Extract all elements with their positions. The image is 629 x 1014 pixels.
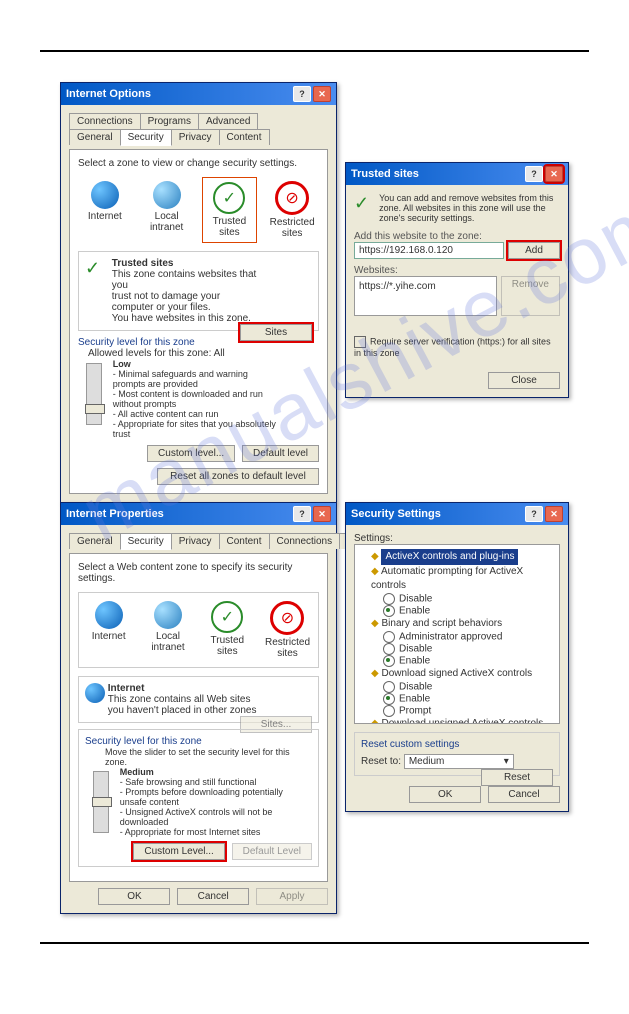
reset-button[interactable]: Reset [481,769,553,786]
security-slider[interactable] [93,771,109,833]
cancel-button[interactable]: Cancel [488,786,560,803]
help-icon[interactable]: ? [525,166,543,182]
ok-button[interactable]: OK [409,786,481,803]
dialog-title: Security Settings [351,508,441,520]
tab-programs[interactable]: Programs [140,113,199,129]
radio-enable[interactable] [383,605,395,617]
zone-local[interactable]: Local intranet [140,177,194,243]
zone-internet[interactable]: Internet [83,597,134,663]
radio-prompt[interactable] [383,705,395,717]
help-icon[interactable]: ? [293,86,311,102]
tab-content[interactable]: Content [219,129,270,145]
tab-general[interactable]: General [69,533,121,549]
zone-trusted[interactable]: ✓Trusted sites [202,597,253,663]
tab-connections[interactable]: Connections [69,113,141,129]
info-text: You can add and remove websites from thi… [379,193,560,223]
apply-button[interactable]: Apply [256,888,328,905]
custom-level-button[interactable]: Custom level... [147,445,235,462]
tab-privacy[interactable]: Privacy [171,129,220,145]
cancel-button[interactable]: Cancel [177,888,249,905]
trusted-sites-dialog: Trusted sites ? ✕ ✓ You can add and remo… [345,162,569,398]
dialog-title: Internet Options [66,88,151,100]
default-level-button[interactable]: Default Level [232,843,312,860]
custom-level-button[interactable]: Custom Level... [133,843,224,860]
dialog-title: Trusted sites [351,168,419,180]
reset-select[interactable]: Medium ▾ [404,754,514,769]
close-icon[interactable]: ✕ [545,506,563,522]
tab-security[interactable]: Security [120,533,172,550]
help-icon[interactable]: ? [293,506,311,522]
add-button[interactable]: Add [508,242,560,259]
check-icon: ✓ [354,193,369,213]
radio-disable[interactable] [383,593,395,605]
ok-button[interactable]: OK [98,888,170,905]
zone-instruction: Select a zone to view or change security… [78,158,319,169]
zone-local[interactable]: Local intranet [142,597,193,663]
internet-properties-dialog: Internet Properties ? ✕ General Security… [60,502,337,914]
remove-button[interactable]: Remove [501,276,560,316]
zone-restricted[interactable]: ⊘Restricted sites [265,177,319,243]
radio-enable[interactable] [383,693,395,705]
radio-enable[interactable] [383,655,395,667]
tab-content[interactable]: Content [219,533,270,549]
tab-security[interactable]: Security [120,129,172,146]
close-icon[interactable]: ✕ [313,86,331,102]
security-slider[interactable] [86,363,102,425]
require-checkbox[interactable] [354,336,366,348]
check-icon: ✓ [85,258,105,278]
close-icon[interactable]: ✕ [545,166,563,182]
radio-disable[interactable] [383,681,395,693]
titlebar: Trusted sites ? ✕ [346,163,568,185]
trusted-header: Trusted sites [112,258,174,269]
dialog-title: Internet Properties [66,508,164,520]
radio-admin[interactable] [383,631,395,643]
zone-restricted[interactable]: ⊘Restricted sites [261,597,314,663]
tab-advanced[interactable]: Advanced [198,113,258,129]
internet-options-dialog: Internet Options ? ✕ Connections Program… [60,82,337,503]
help-icon[interactable]: ? [525,506,543,522]
close-button[interactable]: Close [488,372,560,389]
tab-connections[interactable]: Connections [269,533,341,549]
settings-tree[interactable]: ◆ ActiveX controls and plug-ins ◆ Automa… [354,544,560,724]
zone-trusted[interactable]: ✓Trusted sites [202,177,258,243]
tab-privacy[interactable]: Privacy [171,533,220,549]
sites-button[interactable]: Sites [240,324,312,341]
security-settings-dialog: Security Settings ? ✕ Settings: ◆ Active… [345,502,569,812]
globe-icon [85,683,105,703]
reset-zones-button[interactable]: Reset all zones to default level [157,468,319,485]
websites-list[interactable]: https://*.yihe.com [354,276,497,316]
radio-disable[interactable] [383,643,395,655]
tab-general[interactable]: General [69,129,121,145]
close-icon[interactable]: ✕ [313,506,331,522]
default-level-button[interactable]: Default level [242,445,319,462]
zone-internet[interactable]: Internet [78,177,132,243]
url-input[interactable]: https://192.168.0.120 [354,242,504,259]
titlebar: Internet Options ? ✕ [61,83,336,105]
